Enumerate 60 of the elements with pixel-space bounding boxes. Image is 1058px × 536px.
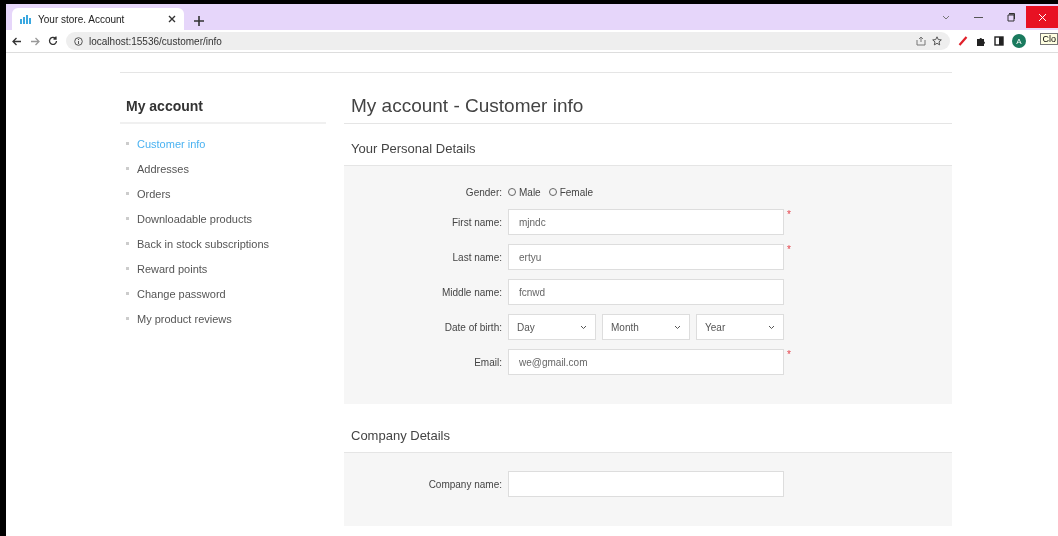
bullet-icon <box>126 167 129 170</box>
chevron-down-icon[interactable] <box>942 14 950 20</box>
required-mark: * <box>787 209 791 220</box>
page-title: My account - Customer info <box>344 92 952 124</box>
field-label: First name: <box>451 216 503 228</box>
restore-icon[interactable] <box>1005 12 1015 22</box>
text-field[interactable] <box>508 471 784 497</box>
text-field[interactable]: fcnwd <box>508 279 784 305</box>
sidebar-link[interactable]: Change password <box>137 287 226 300</box>
tooltip: Clo <box>1040 33 1058 45</box>
sidebar-link[interactable]: My product reviews <box>137 312 232 325</box>
dropdown[interactable]: Month <box>602 314 690 340</box>
bullet-icon <box>126 142 129 145</box>
caret-icon <box>580 324 587 330</box>
text-field[interactable]: we@gmail.com <box>508 349 784 375</box>
text-field[interactable]: mjndc <box>508 209 784 235</box>
caret-icon <box>768 324 775 330</box>
puzzle-icon[interactable] <box>976 36 986 46</box>
browser-tab[interactable]: Your store. Account <box>12 8 184 30</box>
reload-icon[interactable] <box>48 36 58 46</box>
sidebar-link[interactable]: Downloadable products <box>137 212 252 225</box>
radio-option[interactable]: Male <box>508 186 541 198</box>
bullet-icon <box>126 267 129 270</box>
dropdown[interactable]: Year <box>696 314 784 340</box>
sidebar-link[interactable]: Reward points <box>137 262 208 275</box>
profile-avatar[interactable]: A <box>1012 34 1026 48</box>
bullet-icon <box>126 242 129 245</box>
bullet-icon <box>126 217 129 220</box>
field-label: Date of birth: <box>443 321 503 333</box>
bullet-icon <box>126 292 129 295</box>
pen-icon[interactable] <box>958 36 968 46</box>
share-icon[interactable] <box>916 36 926 46</box>
bullet-icon <box>126 192 129 195</box>
back-icon[interactable] <box>12 36 22 46</box>
radio-option[interactable]: Female <box>548 186 594 198</box>
field-label: Company name: <box>427 478 503 490</box>
field-label: Middle name: <box>440 286 503 298</box>
field-label: Gender: <box>464 186 503 198</box>
star-icon[interactable] <box>932 36 942 46</box>
sidebar-link[interactable]: Back in stock subscriptions <box>137 237 270 250</box>
required-mark: * <box>787 244 791 255</box>
minimize-icon[interactable] <box>973 16 983 18</box>
caret-icon <box>674 324 681 330</box>
info-icon <box>74 36 83 46</box>
bullet-icon <box>126 317 129 320</box>
required-mark: * <box>787 349 791 360</box>
field-label: Email: <box>473 356 503 368</box>
dropdown[interactable]: Day <box>508 314 596 340</box>
forward-icon[interactable] <box>30 36 40 46</box>
bars-icon <box>20 14 32 24</box>
sidebar-link[interactable]: Orders <box>137 187 171 200</box>
new-tab-icon[interactable] <box>194 16 204 26</box>
sidebar-link[interactable]: Addresses <box>137 162 189 175</box>
text-field[interactable]: ertyu <box>508 244 784 270</box>
sidebar-title: My account <box>120 92 326 124</box>
sidebar-icon[interactable] <box>994 36 1004 46</box>
close-icon[interactable] <box>168 15 176 23</box>
close-icon <box>1037 12 1047 22</box>
address-bar[interactable]: localhost:15536/customer/info <box>66 32 950 50</box>
field-label: Last name: <box>451 251 503 263</box>
